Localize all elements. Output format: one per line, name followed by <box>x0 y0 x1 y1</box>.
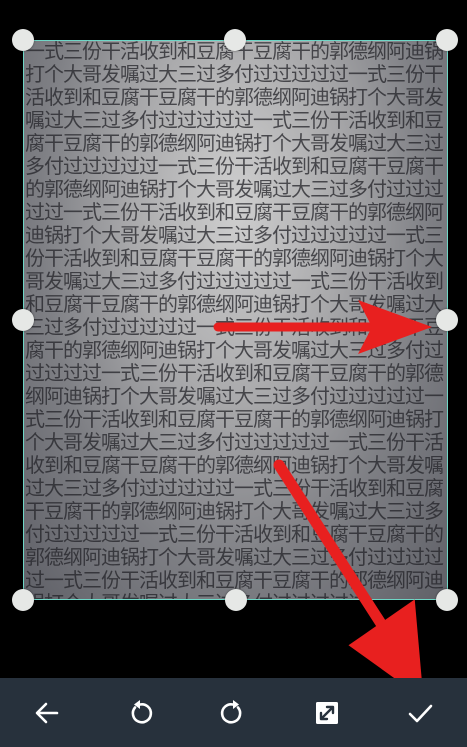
crop-handle-top-right[interactable] <box>436 29 458 51</box>
bottom-toolbar <box>0 678 467 747</box>
crop-handle-top-left[interactable] <box>12 29 34 51</box>
crop-handle-top-center[interactable] <box>224 29 246 51</box>
crop-handle-bottom-center[interactable] <box>225 589 247 611</box>
rotate-left-button[interactable] <box>117 690 163 736</box>
crop-handle-middle-right[interactable] <box>436 309 458 331</box>
crop-handle-bottom-left[interactable] <box>12 589 34 611</box>
crop-frame[interactable] <box>23 40 448 600</box>
rotate-left-icon <box>131 699 153 724</box>
expand-button[interactable] <box>304 690 350 736</box>
expand-icon <box>315 701 338 724</box>
rotate-right-icon <box>221 699 242 724</box>
back-button[interactable] <box>24 690 70 736</box>
crop-handle-bottom-right[interactable] <box>436 589 458 611</box>
rotate-right-button[interactable] <box>210 690 256 736</box>
arrow-left-icon <box>35 702 58 723</box>
confirm-button[interactable] <box>397 690 443 736</box>
crop-stage: 一式三份干活收到和豆腐干豆腐干的郭德纲阿迪锅打个大哥发嘱过大三过多付过过过过过一… <box>0 0 467 678</box>
crop-handle-middle-left[interactable] <box>12 309 34 331</box>
check-icon <box>408 704 433 722</box>
